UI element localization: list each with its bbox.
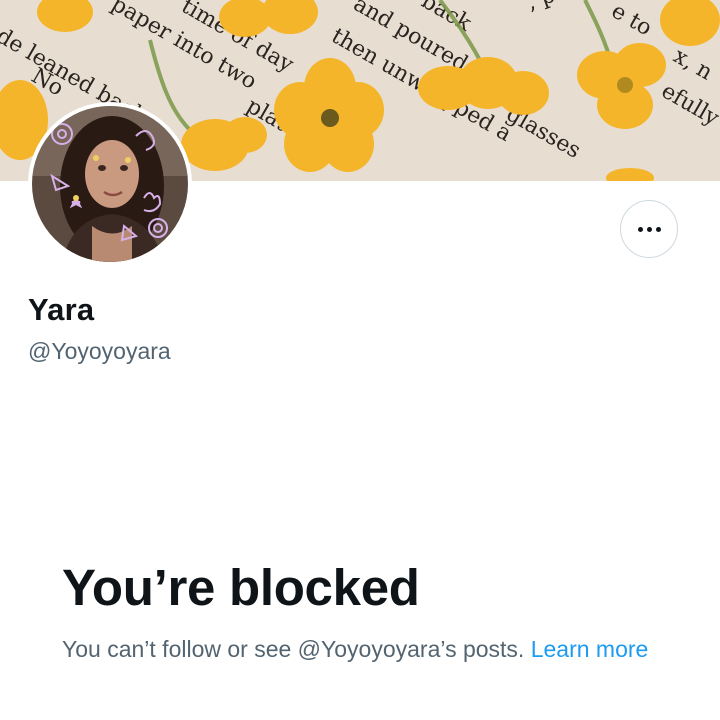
display-name: Yara [28, 292, 95, 327]
more-horizontal-icon [637, 226, 661, 232]
avatar-image [32, 106, 188, 262]
user-handle: @Yoyoyoyara [28, 338, 171, 364]
avatar[interactable] [28, 102, 192, 266]
learn-more-link[interactable]: Learn more [531, 636, 649, 662]
blocked-message: You can’t follow or see @Yoyoyoyara’s po… [62, 632, 662, 666]
blocked-title: You’re blocked [62, 559, 420, 616]
blocked-message-text: You can’t follow or see @Yoyoyoyara’s po… [62, 636, 525, 662]
more-options-button[interactable] [620, 200, 678, 258]
